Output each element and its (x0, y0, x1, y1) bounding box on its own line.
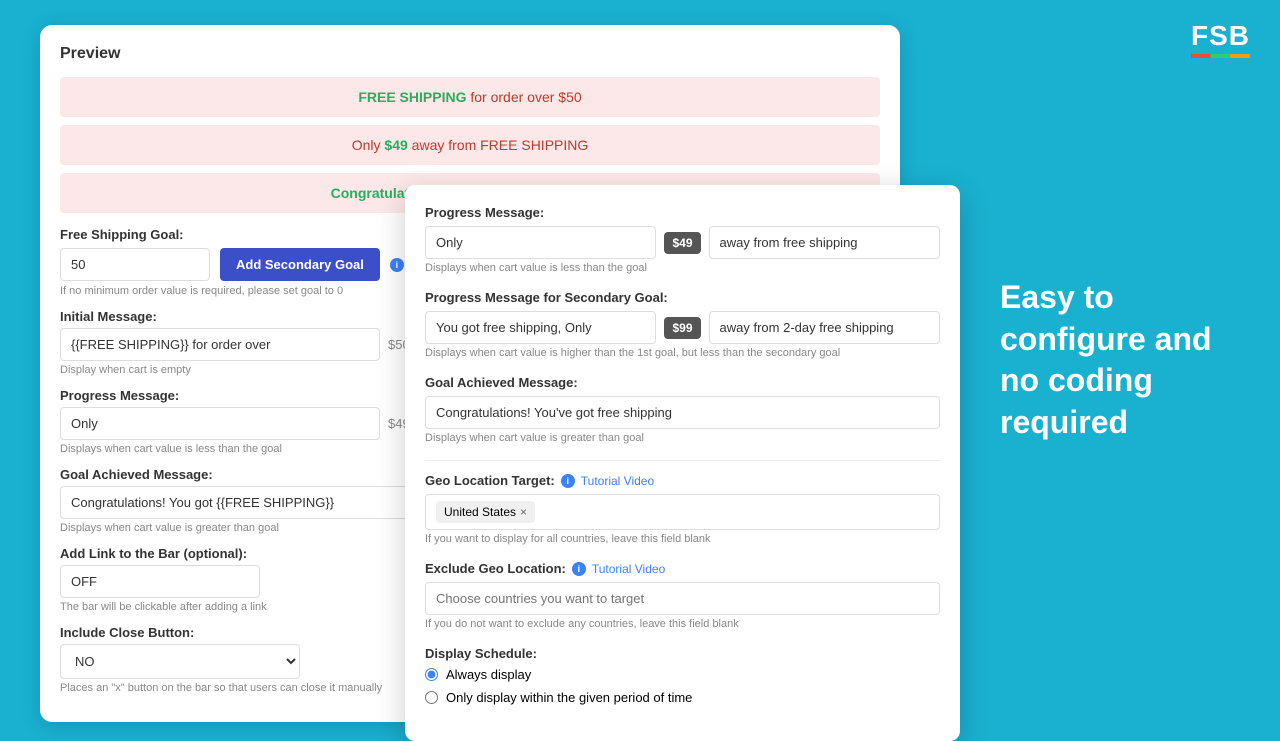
overlay-secondary-suffix-input[interactable] (709, 311, 940, 344)
geo-hint: If you want to display for all countries… (425, 533, 940, 545)
overlay-geo-section: Geo Location Target: i Tutorial Video Un… (425, 473, 940, 545)
overlay-secondary-hint: Displays when cart value is higher than … (425, 347, 940, 359)
only-period-radio[interactable] (425, 691, 438, 704)
preview-banner-2: Only $49 away from FREE SHIPPING (60, 125, 880, 165)
geo-info-icon: i (561, 474, 575, 488)
initial-message-input[interactable] (60, 328, 380, 361)
exclude-info-icon: i (572, 562, 586, 576)
fsb-logo: FSB (1191, 20, 1250, 58)
info-icon: i (390, 258, 404, 272)
goal-achieved-input[interactable] (60, 486, 440, 519)
geo-tag-remove[interactable]: × (520, 505, 527, 519)
geo-tutorial-link[interactable]: Tutorial Video (581, 474, 654, 488)
display-schedule-label: Display Schedule: (425, 646, 940, 661)
overlay-secondary-label: Progress Message for Secondary Goal: (425, 290, 940, 305)
geo-label-row: Geo Location Target: i Tutorial Video (425, 473, 940, 488)
only-period-option[interactable]: Only display within the given period of … (425, 690, 940, 705)
overlay-card: Progress Message: $49 Displays when cart… (405, 185, 960, 741)
geo-target-label: Geo Location Target: (425, 473, 555, 488)
progress-message-input[interactable] (60, 407, 380, 440)
overlay-achieved-input[interactable] (425, 396, 940, 429)
only-period-label: Only display within the given period of … (446, 690, 692, 705)
geo-input-container[interactable]: United States × (425, 494, 940, 530)
banner2-prefix: Only (352, 137, 385, 153)
always-display-option[interactable]: Always display (425, 667, 940, 682)
exclude-geo-input[interactable] (425, 582, 940, 615)
overlay-progress-row: $49 (425, 226, 940, 259)
overlay-progress-price: $49 (664, 232, 700, 254)
overlay-secondary-input[interactable] (425, 311, 656, 344)
display-schedule-radio-group: Always display Only display within the g… (425, 667, 940, 705)
overlay-progress-label: Progress Message: (425, 205, 940, 220)
preview-banner-1: FREE SHIPPING for order over $50 (60, 77, 880, 117)
overlay-progress-hint: Displays when cart value is less than th… (425, 262, 940, 274)
overlay-achieved-hint: Displays when cart value is greater than… (425, 432, 940, 444)
overlay-exclude-section: Exclude Geo Location: i Tutorial Video I… (425, 561, 940, 630)
banner2-text: away from FREE SHIPPING (412, 137, 589, 153)
always-display-label: Always display (446, 667, 531, 682)
overlay-secondary-price: $99 (664, 317, 700, 339)
geo-tag-us: United States × (436, 501, 535, 523)
add-secondary-goal-button[interactable]: Add Secondary Goal (220, 248, 380, 281)
banner1-text: for order over $50 (470, 89, 581, 105)
overlay-secondary-section: Progress Message for Secondary Goal: $99… (425, 290, 940, 359)
overlay-achieved-section: Goal Achieved Message: Displays when car… (425, 375, 940, 444)
always-display-radio[interactable] (425, 668, 438, 681)
exclude-geo-label: Exclude Geo Location: (425, 561, 566, 576)
overlay-progress-input[interactable] (425, 226, 656, 259)
preview-title: Preview (60, 45, 880, 63)
overlay-progress-suffix-input[interactable] (709, 226, 940, 259)
banner2-highlight: $49 (384, 137, 407, 153)
right-text: Easy to configure and no coding required (1000, 277, 1220, 443)
overlay-schedule-section: Display Schedule: Always display Only di… (425, 646, 940, 705)
overlay-secondary-row: $99 (425, 311, 940, 344)
exclude-hint: If you do not want to exclude any countr… (425, 618, 940, 630)
exclude-label-row: Exclude Geo Location: i Tutorial Video (425, 561, 940, 576)
exclude-tutorial-link[interactable]: Tutorial Video (592, 562, 665, 576)
add-link-input[interactable] (60, 565, 260, 598)
overlay-achieved-label: Goal Achieved Message: (425, 375, 940, 390)
include-close-select[interactable]: NO YES (60, 644, 300, 679)
overlay-progress-section: Progress Message: $49 Displays when cart… (425, 205, 940, 274)
free-shipping-goal-input[interactable] (60, 248, 210, 281)
geo-tag-label: United States (444, 505, 516, 519)
banner1-highlight: FREE SHIPPING (358, 89, 466, 105)
